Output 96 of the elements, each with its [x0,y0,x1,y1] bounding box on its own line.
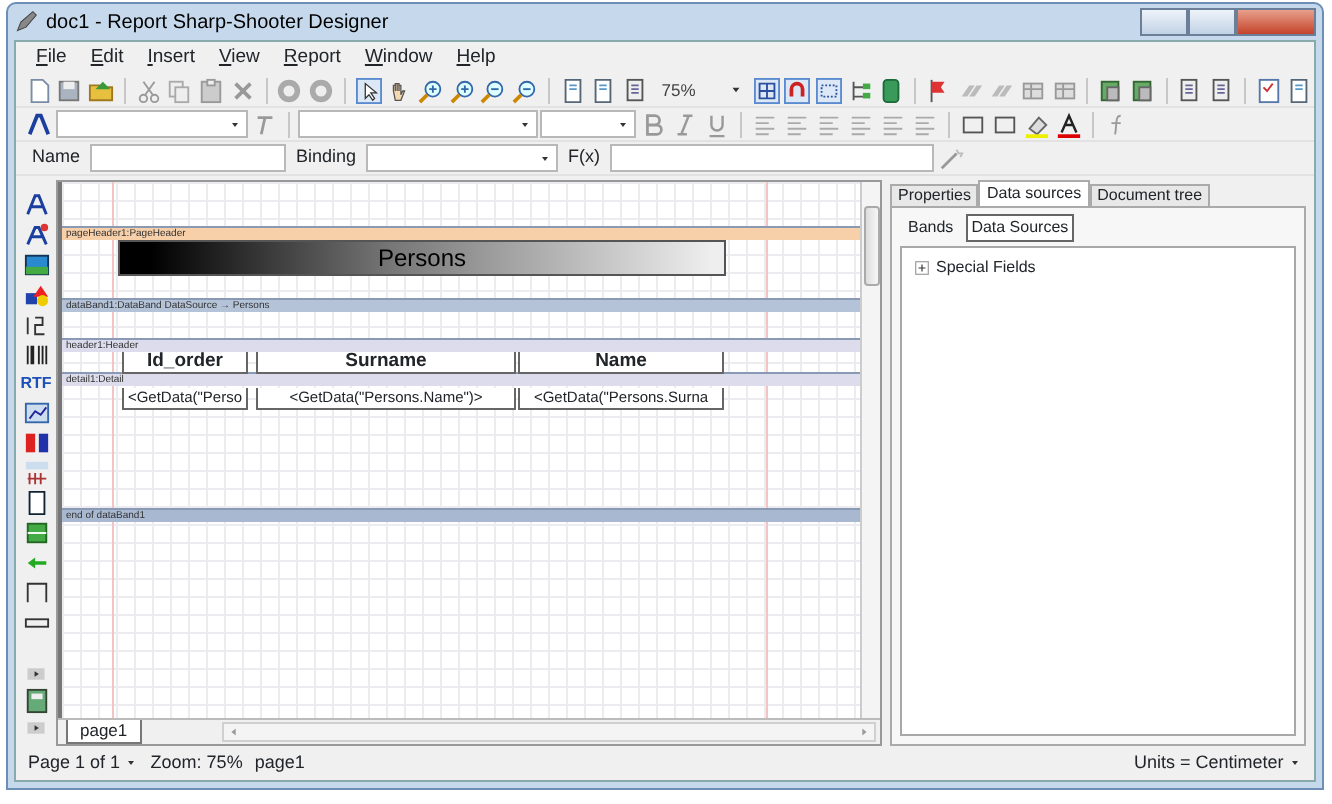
preview-icon[interactable] [1208,77,1235,103]
subtab[interactable]: Bands [902,213,960,241]
delete-icon[interactable] [229,77,256,103]
page-tab[interactable]: page1 [66,720,142,744]
dropdown-field[interactable] [56,110,248,138]
magnet-icon[interactable] [784,77,811,103]
align-icon[interactable] [912,111,938,137]
menu-item[interactable]: Edit [78,43,136,73]
caret-icon [518,117,532,131]
clipboard-icon[interactable] [198,77,225,103]
subtab[interactable]: Data Sources [965,213,1075,241]
align-icon[interactable] [880,111,906,137]
panel-tab[interactable]: Document tree [1089,184,1211,206]
scissors-icon[interactable] [135,77,162,103]
caret-icon [727,82,744,98]
zoom-out-icon[interactable] [480,77,507,103]
menu-item[interactable]: Insert [135,43,207,73]
scroll-right-icon[interactable] [858,726,870,738]
zoom-in-icon[interactable] [418,77,444,103]
minimize-button[interactable] [1140,8,1188,36]
caret-icon [124,756,139,770]
pen-icon [14,10,38,34]
close-button[interactable] [1236,8,1316,36]
tree-icon[interactable] [847,77,874,103]
barcode-icon[interactable] [23,342,49,368]
panel-tab[interactable]: Data sources [978,180,1090,206]
column-header: Name [518,352,724,374]
bold-icon[interactable] [640,111,666,137]
preview-icon[interactable] [1176,77,1203,103]
align-icon[interactable] [848,111,874,137]
zoom-out-icon[interactable] [511,77,538,103]
column-header: Id_order [122,352,248,374]
report-title: Persons [118,240,726,276]
formula-label: F(x) [566,144,603,171]
menu-item[interactable]: File [24,43,79,73]
name-field[interactable] [90,144,287,172]
tree-item[interactable]: Special Fields [936,256,1036,280]
zoom-dropdown[interactable]: 75% [651,76,750,104]
name-label: Name [30,144,83,171]
menu-item[interactable]: Window [352,43,445,73]
band-icon[interactable] [23,520,49,546]
italic-icon[interactable] [672,111,698,137]
align-icon[interactable] [784,111,810,137]
page-icon[interactable] [23,490,49,516]
checklist-icon[interactable] [1255,77,1282,103]
preview-icon[interactable] [621,77,648,103]
fill-color-icon[interactable] [1024,111,1050,137]
copy-icon[interactable] [166,77,193,103]
vertical-scrollbar[interactable] [860,182,880,718]
horizontal-scrollbar[interactable] [221,722,876,742]
frame-icon[interactable] [23,580,49,606]
folder-icon[interactable] [88,77,115,103]
caret-icon [538,151,553,165]
scroll-left-icon[interactable] [227,726,240,738]
border-icon[interactable] [960,111,986,137]
save-icon[interactable] [56,77,83,103]
page-name: page1 [254,749,305,776]
grid-icon[interactable] [753,77,780,103]
caret-icon [1288,756,1302,770]
rich-text-icon[interactable] [23,222,49,248]
zoom-label: Zoom: 75% [150,749,243,776]
formula-field[interactable] [610,144,935,172]
frame-icon[interactable] [815,77,842,103]
text-color-icon[interactable] [1056,111,1082,137]
menu-item[interactable]: View [206,43,272,73]
text-icon[interactable] [23,192,49,218]
columns-icon[interactable] [23,430,49,456]
column-header: Surname [256,352,516,374]
page-selector[interactable]: Page 1 of 1 [28,749,139,777]
maximize-button[interactable] [1188,8,1236,36]
caret-icon [228,117,242,131]
underline-icon[interactable] [704,111,730,137]
shapes-icon[interactable] [23,282,49,308]
dropdown-field[interactable] [540,110,636,138]
counter-icon[interactable] [23,312,49,338]
binding-label: Binding [294,144,359,171]
expand-icon[interactable] [914,260,930,276]
binding-dropdown[interactable] [366,144,559,172]
window-title: doc1 - Report Sharp-Shooter Designer [46,9,389,37]
menu-item[interactable]: Report [271,43,353,73]
caret-icon [616,117,630,131]
border-icon[interactable] [992,111,1018,137]
clear-format-icon[interactable] [252,111,278,137]
dropdown-field[interactable] [298,110,538,138]
zoom-in-icon[interactable] [449,77,476,103]
align-icon[interactable] [816,111,842,137]
rtf-tool[interactable]: RTF [20,372,52,396]
align-icon[interactable] [752,111,778,137]
panel-tab[interactable]: Properties [890,184,979,206]
chart-icon[interactable] [23,400,49,426]
menu-item[interactable]: Help [444,43,508,73]
table-icon[interactable] [1051,77,1077,103]
image-icon[interactable] [23,252,49,278]
new-document-icon[interactable] [25,77,52,103]
units-selector[interactable]: Units = Centimeter [1133,749,1302,777]
pointer-icon[interactable] [355,77,382,103]
